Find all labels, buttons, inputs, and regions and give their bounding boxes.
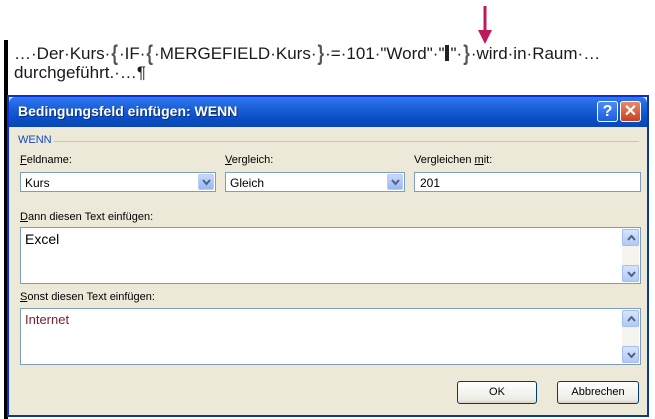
chevron-down-icon[interactable] xyxy=(198,174,214,190)
doc-text-part: ·wird·in·Raum·… xyxy=(470,44,601,63)
text-cursor xyxy=(445,45,450,61)
mnemonic-letter: F xyxy=(20,154,27,166)
fieldname-label: Feldname: xyxy=(20,154,72,166)
comparison-label: Vergleich: xyxy=(225,154,273,166)
then-text-area[interactable]: Excel xyxy=(20,227,641,284)
comparison-combobox[interactable]: Gleich xyxy=(225,172,405,192)
doc-text-part: ·MERGEFIELD·Kurs· xyxy=(154,44,317,63)
group-label-wenn: WENN xyxy=(18,134,52,146)
fieldname-combobox[interactable]: Kurs xyxy=(20,172,216,192)
then-text-label: Dann diesen Text einfügen: xyxy=(20,211,153,223)
doc-text-part: "· xyxy=(450,44,463,63)
compare-with-value: 201 xyxy=(420,176,441,190)
field-brace-close: } xyxy=(463,41,470,66)
label-text: ergleich: xyxy=(231,154,274,166)
dialog-titlebar[interactable]: Bedingungsfeld einfügen: WENN ? ✕ xyxy=(9,97,647,127)
doc-text-part: ·=·101·"Word"·" xyxy=(325,44,445,63)
label-text: eldname: xyxy=(26,154,72,166)
fieldname-value: Kurs xyxy=(25,176,50,190)
mnemonic-letter: m xyxy=(474,154,484,166)
chevron-down-icon[interactable] xyxy=(387,174,403,190)
comparison-value: Gleich xyxy=(230,176,265,190)
label-text: Vergleichen xyxy=(414,154,475,166)
then-text-value: Excel xyxy=(25,231,60,247)
mnemonic-letter: V xyxy=(225,154,232,166)
else-text-value: Internet xyxy=(25,312,70,327)
label-text: it: xyxy=(483,154,493,166)
scroll-down-icon[interactable] xyxy=(622,346,639,363)
scroll-down-icon[interactable] xyxy=(622,265,639,282)
arrow-down-icon xyxy=(478,6,492,44)
else-text-area[interactable]: Internet xyxy=(20,308,641,365)
compare-with-input[interactable]: 201 xyxy=(414,172,641,192)
doc-text-part: …·Der·Kurs· xyxy=(14,44,111,63)
doc-text-part: ·IF· xyxy=(118,44,146,63)
field-brace-open: { xyxy=(111,41,118,66)
mnemonic-letter: D xyxy=(20,211,28,223)
document-text[interactable]: …·Der·Kurs·{·IF·{·MERGEFIELD·Kurs·}·=·10… xyxy=(14,41,644,82)
close-icon[interactable]: ✕ xyxy=(620,101,641,122)
group-divider xyxy=(54,141,639,142)
label-text: onst diesen Text einfügen: xyxy=(27,291,155,303)
else-text-scrollbar[interactable] xyxy=(622,310,639,363)
document-line-2: durchgeführt.·…¶ xyxy=(14,63,146,82)
then-text-scrollbar[interactable] xyxy=(622,229,639,282)
else-text-label: Sonst diesen Text einfügen: xyxy=(20,291,155,303)
field-brace-close: } xyxy=(317,41,325,66)
insert-if-field-dialog: Bedingungsfeld einfügen: WENN ? ✕ WENN F… xyxy=(8,96,648,416)
ok-button[interactable]: OK xyxy=(457,381,537,404)
scroll-up-icon[interactable] xyxy=(622,229,639,246)
scroll-up-icon[interactable] xyxy=(622,310,639,327)
label-text: ann diesen Text einfügen: xyxy=(27,211,154,223)
document-line-1: …·Der·Kurs·{·IF·{·MERGEFIELD·Kurs·}·=·10… xyxy=(14,41,644,66)
compare-with-label: Vergleichen mit: xyxy=(414,154,492,166)
field-brace-open: { xyxy=(146,41,154,66)
help-icon[interactable]: ? xyxy=(597,101,618,122)
cancel-button[interactable]: Abbrechen xyxy=(557,381,639,404)
dialog-title: Bedingungsfeld einfügen: WENN xyxy=(18,103,238,119)
